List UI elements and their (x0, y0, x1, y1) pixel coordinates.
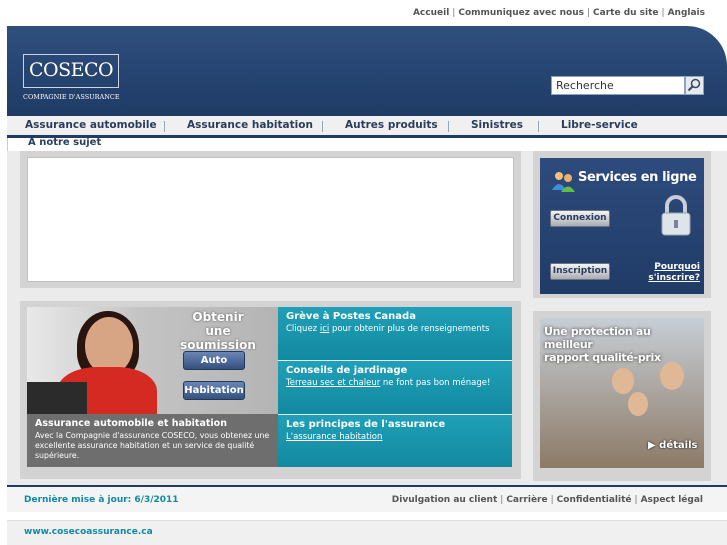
main-nav: Assurance automobile Assurance habitatio… (7, 116, 727, 138)
logo[interactable]: COSECO (23, 54, 119, 88)
news-link[interactable]: Terreau sec et chaleur (286, 378, 380, 388)
banner-panel (20, 151, 521, 288)
news-title[interactable]: Les principes de l'assurance (286, 419, 504, 430)
connexion-button[interactable]: Connexion (550, 210, 610, 227)
why-register-line2: s'inscrire? (648, 273, 700, 283)
inscription-button[interactable]: Inscription (550, 263, 610, 280)
family-title-line1: Une protection au meilleur (544, 325, 651, 351)
nav-separator (538, 121, 539, 132)
search-icon (687, 78, 701, 92)
logo-subtitle: COMPAGNIE D'ASSURANCE (23, 93, 120, 101)
separator: | (634, 495, 638, 505)
quote-promo: Obtenir une soumission Auto Habitation (27, 307, 278, 414)
lock-icon (661, 195, 691, 236)
banner-area (27, 157, 514, 282)
news-title[interactable]: Grève à Postes Canada (286, 311, 504, 322)
family-title-line2: rapport qualité-prix (544, 351, 661, 364)
why-register-line1: Pourquoi (654, 262, 700, 272)
nav-separator (448, 121, 449, 132)
people-icon (552, 172, 575, 192)
header: COSECO COMPAGNIE D'ASSURANCE (7, 26, 727, 116)
footer-link-carriere[interactable]: Carrière (506, 495, 547, 505)
nav-libre-service[interactable]: Libre-service (561, 119, 638, 131)
news-text-pre: Cliquez (286, 324, 320, 334)
insurance-summary: Assurance automobile et habitation Avec … (27, 414, 278, 467)
footer-link-divulgation[interactable]: Divulgation au client (392, 495, 497, 505)
separator: | (586, 8, 591, 18)
news-title[interactable]: Conseils de jardinage (286, 365, 504, 376)
top-links: Accueil | Communiquez avec nous | Carte du s… (413, 8, 705, 18)
news-text: Cliquez ici pour obtenir plus de renseig… (286, 324, 504, 335)
family-title: Une protection au meilleur rapport quali… (544, 325, 702, 364)
why-register-link[interactable]: Pourquoi s'inscrire? (644, 262, 700, 284)
top-link-communiquez[interactable]: Communiquez avec nous (458, 8, 584, 18)
last-updated: Dernière mise à jour: 6/3/2011 (24, 495, 179, 505)
family-panel: Une protection au meilleur rapport quali… (533, 311, 711, 481)
logo-name: COSECO (29, 59, 114, 81)
top-link-accueil[interactable]: Accueil (413, 8, 449, 18)
family-photo-person (660, 362, 684, 390)
insurance-summary-text: Avec la Compagnie d'assurance COSECO, vo… (35, 431, 270, 460)
nav-assurance-automobile[interactable]: Assurance automobile (25, 119, 157, 131)
news-text-post: pour obtenir plus de renseignements (329, 324, 490, 334)
news-text: Terreau sec et chaleur ne font pas bon m… (286, 378, 504, 389)
main-content: Services en ligne Connexion Inscription … (7, 151, 727, 485)
footer-links: Divulgation au client | Carrière | Confident… (392, 495, 703, 505)
news-item: Conseils de jardinage Terreau sec et cha… (278, 360, 512, 414)
site-url[interactable]: www.cosecoassurance.ca (24, 527, 153, 537)
page: Accueil | Communiquez avec nous | Carte du s… (0, 0, 727, 545)
services-box: Services en ligne Connexion Inscription … (540, 158, 704, 294)
nav-separator (164, 121, 165, 132)
search-input[interactable] (551, 76, 685, 95)
nav-separator (322, 121, 323, 132)
family-photo-person (612, 368, 634, 394)
family-promo[interactable]: Une protection au meilleur rapport quali… (540, 318, 704, 468)
quote-title-line1: Obtenir une (192, 310, 244, 338)
services-panel: Services en ligne Connexion Inscription … (533, 151, 711, 298)
search-button[interactable] (685, 76, 704, 95)
nav-assurance-habitation[interactable]: Assurance habitation (187, 119, 313, 131)
top-link-carte[interactable]: Carte du site (593, 8, 659, 18)
laptop-photo (27, 382, 87, 414)
details-link[interactable]: ▶ détails (648, 440, 697, 451)
news-link[interactable]: L'assurance habitation (286, 432, 382, 442)
quote-title-line2: soumission (180, 338, 256, 352)
news-item: Grève à Postes Canada Cliquez ici pour o… (278, 307, 512, 360)
news-item: Les principes de l'assurance L'assurance… (278, 414, 512, 467)
quote-auto-button[interactable]: Auto (183, 351, 245, 370)
separator: | (500, 495, 504, 505)
services-title: Services en ligne (578, 170, 697, 185)
separator: | (661, 8, 665, 18)
bottom-bar: www.cosecoassurance.ca (7, 520, 727, 545)
family-photo-person (628, 392, 648, 416)
promo-panel: Obtenir une soumission Auto Habitation A… (20, 301, 521, 479)
separator: | (452, 8, 456, 18)
quote-title: Obtenir une soumission (179, 310, 257, 352)
top-link-anglais[interactable]: Anglais (668, 8, 705, 18)
news-text: L'assurance habitation (286, 432, 504, 443)
news-text-post: ne font pas bon ménage! (380, 378, 491, 388)
subnav-a-notre-sujet[interactable]: A notre sujet (28, 137, 101, 148)
separator: | (550, 495, 554, 505)
footer-link-confidentialite[interactable]: Confidentialité (557, 495, 632, 505)
footer: Dernière mise à jour: 6/3/2011 Divulgati… (7, 485, 727, 512)
quote-habitation-button[interactable]: Habitation (183, 381, 245, 400)
footer-link-aspect-legal[interactable]: Aspect légal (641, 495, 703, 505)
news-link[interactable]: ici (320, 324, 329, 334)
nav-sinistres[interactable]: Sinistres (471, 119, 523, 131)
nav-autres-produits[interactable]: Autres produits (345, 119, 438, 131)
insurance-summary-title: Assurance automobile et habitation (35, 418, 227, 429)
